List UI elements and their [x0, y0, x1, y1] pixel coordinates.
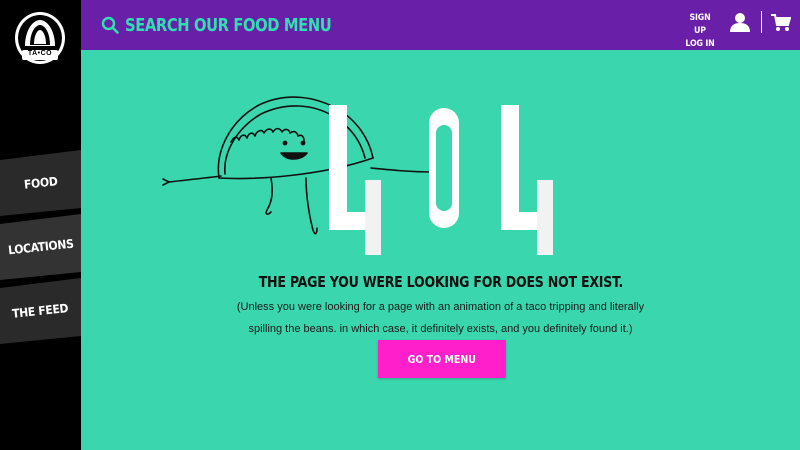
search-icon: [101, 16, 119, 34]
search-bar[interactable]: SEARCH OUR FOOD MENU: [101, 12, 377, 38]
sidebar: TA•CO FOOD LOCATIONS THE FEED: [0, 0, 81, 450]
taco-404-illustration: [162, 96, 553, 255]
auth-links: SIGN UP LOG IN: [682, 12, 718, 51]
error-headline: THE PAGE YOU WERE LOOKING FOR DOES NOT E…: [258, 273, 623, 291]
bell-icon: [15, 12, 65, 64]
error-subtext-line-2: spilling the beans. in which case, it de…: [248, 323, 633, 335]
error-subtext-line-1: (Unless you were looking for a page with…: [236, 301, 645, 313]
error-subtext: (Unless you were looking for a page with…: [121, 296, 760, 340]
sidebar-item-food[interactable]: FOOD: [0, 150, 81, 216]
sidebar-item-locations[interactable]: LOCATIONS: [0, 214, 81, 280]
go-to-menu-button[interactable]: GO TO MENU: [378, 340, 506, 378]
main-content: THE PAGE YOU WERE LOOKING FOR DOES NOT E…: [81, 50, 800, 450]
sidebar-item-the-feed[interactable]: THE FEED: [0, 278, 81, 344]
sign-up-link[interactable]: SIGN UP: [684, 12, 716, 38]
taco-bell-logo[interactable]: TA•CO: [13, 10, 67, 66]
taco-doodle: [162, 96, 439, 235]
cart-icon[interactable]: [771, 14, 791, 32]
search-input[interactable]: SEARCH OUR FOOD MENU: [125, 15, 332, 36]
header-divider: [761, 11, 762, 33]
top-bar: SEARCH OUR FOOD MENU SIGN UP LOG IN: [81, 0, 800, 50]
error-code-404: [329, 105, 553, 255]
logo-wordmark: TA•CO: [27, 50, 53, 57]
user-icon[interactable]: [729, 12, 751, 32]
